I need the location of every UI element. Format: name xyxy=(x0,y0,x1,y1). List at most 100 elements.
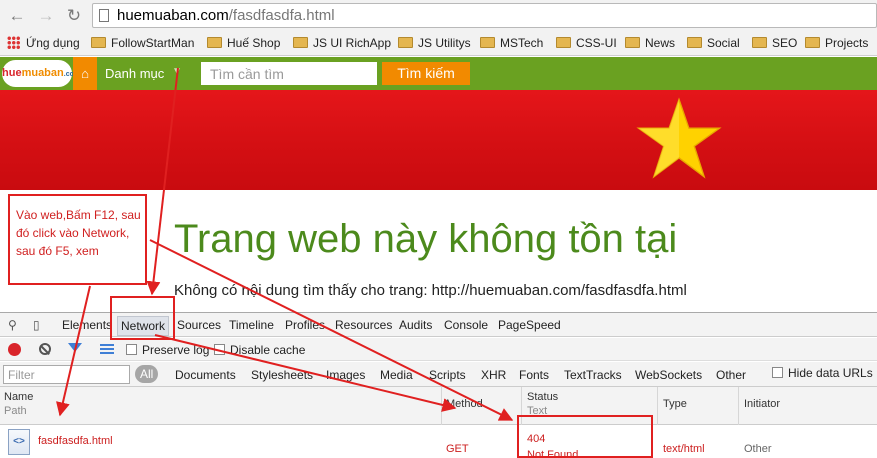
clear-icon[interactable] xyxy=(39,343,51,355)
screenshot-root: ← → ↻ huemuaban.com/fasdfasdfa.html Ứng … xyxy=(0,0,877,458)
tab-console[interactable]: Console xyxy=(444,318,488,332)
hide-data-urls-label: Hide data URLs xyxy=(788,366,873,380)
filter-other[interactable]: Other xyxy=(716,368,746,382)
bookmark-hue-shop[interactable]: Huế Shop xyxy=(207,35,280,52)
annotation-note-text: Vào web,Bấm F12, sau đó click vào Networ… xyxy=(16,208,141,258)
address-bar[interactable]: huemuaban.com/fasdfasdfa.html xyxy=(92,3,877,28)
bookmark-label: Huế Shop xyxy=(227,36,281,50)
site-nav-bar: huemuaban.com ⌂ Danh mục ▼ Tìm kiếm xyxy=(0,57,877,90)
list-view-icon[interactable] xyxy=(100,344,114,354)
filter-xhr[interactable]: XHR xyxy=(481,368,506,382)
bookmark-followstartman[interactable]: FollowStartMan xyxy=(91,35,194,52)
bookmark-label: JS Utilitys xyxy=(418,36,471,50)
request-name[interactable]: fasdfasdfa.html xyxy=(38,435,113,447)
back-arrow-icon[interactable]: ← xyxy=(6,5,28,27)
bookmark-mstech[interactable]: MSTech xyxy=(480,35,543,52)
logo-text-1: hue xyxy=(2,67,22,79)
folder-icon xyxy=(625,37,640,48)
checkbox-box[interactable] xyxy=(126,344,137,355)
network-table-header: Name Path Method Status Text Type Initia… xyxy=(0,387,877,425)
request-type: text/html xyxy=(663,443,705,455)
bookmark-label: SEO xyxy=(772,36,798,50)
col-status[interactable]: Status xyxy=(527,391,558,403)
star-icon xyxy=(636,97,722,179)
tab-audits[interactable]: Audits xyxy=(399,318,432,332)
bookmark-label: Social xyxy=(707,36,740,50)
checkbox-box[interactable] xyxy=(772,367,783,378)
filter-websockets[interactable]: WebSockets xyxy=(635,368,702,382)
tab-sources[interactable]: Sources xyxy=(177,318,221,332)
site-logo[interactable]: huemuaban.com xyxy=(2,60,80,87)
site-search-button[interactable]: Tìm kiếm xyxy=(382,62,470,85)
preserve-log-label: Preserve log xyxy=(142,343,210,357)
category-menu[interactable]: Danh mục xyxy=(105,66,164,81)
checkbox-box[interactable] xyxy=(214,344,225,355)
filter-images[interactable]: Images xyxy=(326,368,365,382)
bookmark-news[interactable]: News xyxy=(625,35,675,52)
filter-fonts[interactable]: Fonts xyxy=(519,368,549,382)
bookmark-projects[interactable]: Projects xyxy=(805,35,868,52)
col-method[interactable]: Method xyxy=(446,398,483,410)
filter-scripts[interactable]: Scripts xyxy=(429,368,466,382)
site-search-input[interactable] xyxy=(201,62,377,85)
home-icon[interactable]: ⌂ xyxy=(73,57,97,90)
col-type[interactable]: Type xyxy=(663,398,687,410)
filter-texttracks[interactable]: TextTracks xyxy=(564,368,622,382)
bookmark-label: Projects xyxy=(825,36,869,50)
annotation-network-highlight xyxy=(110,296,175,340)
not-found-message: Không có nội dung tìm thấy cho trang: ht… xyxy=(174,282,687,299)
bookmark-apps[interactable]: Ứng dụng xyxy=(7,35,80,52)
filter-documents[interactable]: Documents xyxy=(175,368,236,382)
record-icon[interactable] xyxy=(8,343,21,356)
logo-text-2: muaban xyxy=(21,67,64,79)
tab-elements[interactable]: Elements xyxy=(62,318,112,332)
device-mode-icon[interactable]: ▯ xyxy=(33,318,40,332)
url-path: /fasdfasdfa.html xyxy=(228,7,335,24)
disable-cache-label: Disable cache xyxy=(230,343,306,357)
bookmark-social[interactable]: Social xyxy=(687,35,740,52)
preserve-log-checkbox[interactable]: Preserve log xyxy=(126,343,209,357)
network-filter-bar: All Documents Stylesheets Images Media S… xyxy=(0,362,877,387)
folder-icon xyxy=(752,37,767,48)
bookmark-js-utilitys[interactable]: JS Utilitys xyxy=(398,35,471,52)
folder-icon xyxy=(687,37,702,48)
tab-resources[interactable]: Resources xyxy=(335,318,392,332)
table-row[interactable]: <> fasdfasdfa.html GET 404 Not Found tex… xyxy=(0,425,877,458)
col-initiator[interactable]: Initiator xyxy=(744,398,780,410)
col-path: Path xyxy=(4,405,27,417)
caret-down-icon[interactable]: ▼ xyxy=(172,66,182,77)
folder-icon xyxy=(805,37,820,48)
bookmark-js-ui-richapp[interactable]: JS UI RichApp xyxy=(293,35,391,52)
browser-toolbar: ← → ↻ huemuaban.com/fasdfasdfa.html xyxy=(0,0,877,31)
filter-all[interactable]: All xyxy=(135,365,159,383)
bookmark-label: News xyxy=(645,36,676,50)
filter-funnel-icon[interactable] xyxy=(68,343,82,352)
url-host: huemuaban.com xyxy=(117,7,229,24)
tab-profiles[interactable]: Profiles xyxy=(285,318,325,332)
filter-media[interactable]: Media xyxy=(380,368,413,382)
bookmark-css-ui[interactable]: CSS-UI xyxy=(556,35,617,52)
network-controls: Preserve log Disable cache xyxy=(0,338,877,361)
reload-icon[interactable]: ↻ xyxy=(63,5,85,27)
bookmark-label: CSS-UI xyxy=(576,36,617,50)
tab-timeline[interactable]: Timeline xyxy=(229,318,274,332)
html-file-icon: <> xyxy=(8,429,30,455)
folder-icon xyxy=(293,37,308,48)
filter-stylesheets[interactable]: Stylesheets xyxy=(251,368,313,382)
network-filter-input[interactable] xyxy=(3,365,130,384)
bookmark-seo[interactable]: SEO xyxy=(752,35,797,52)
request-method: GET xyxy=(446,443,469,455)
page-title: Trang web này không tồn tại xyxy=(174,217,678,261)
forward-arrow-icon[interactable]: → xyxy=(35,5,57,27)
tab-pagespeed[interactable]: PageSpeed xyxy=(498,318,561,332)
bookmarks-bar: Ứng dụng FollowStartMan Huế Shop JS UI R… xyxy=(0,31,877,56)
folder-icon xyxy=(480,37,495,48)
bookmark-label: Ứng dụng xyxy=(26,36,80,50)
url-text[interactable]: huemuaban.com/fasdfasdfa.html xyxy=(117,7,335,24)
hide-data-urls-checkbox[interactable]: Hide data URLs xyxy=(772,366,873,380)
disable-cache-checkbox[interactable]: Disable cache xyxy=(214,343,305,357)
inspect-search-icon[interactable]: ⚲ xyxy=(8,318,17,332)
bookmark-label: FollowStartMan xyxy=(111,36,195,50)
col-name[interactable]: Name xyxy=(4,391,33,403)
page-icon xyxy=(99,9,109,22)
